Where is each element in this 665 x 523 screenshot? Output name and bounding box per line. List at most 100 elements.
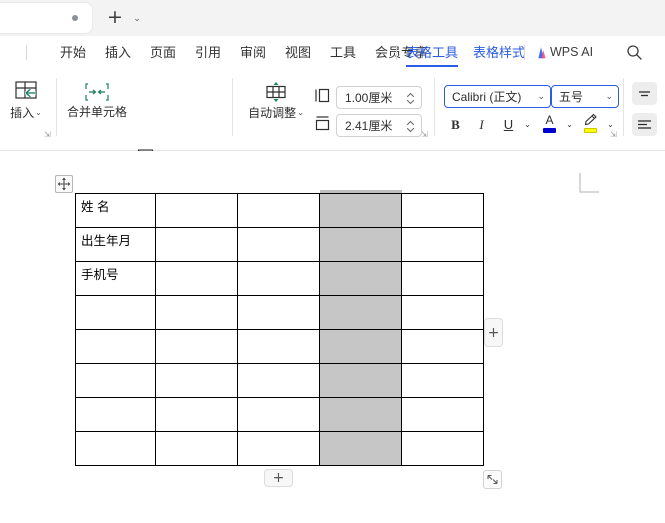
align-center-icon <box>639 91 650 97</box>
table-cell[interactable] <box>237 227 320 262</box>
table-row[interactable] <box>75 397 484 432</box>
wps-ai-button[interactable]: WPS AI <box>550 43 593 62</box>
tab-table-styles[interactable]: 表格样式 <box>473 43 525 62</box>
table-cell[interactable] <box>237 397 320 432</box>
tab-reference[interactable]: 引用 <box>195 43 221 62</box>
table-cell[interactable] <box>401 329 484 364</box>
plus-icon: + <box>487 324 500 341</box>
tab-tools[interactable]: 工具 <box>330 43 356 62</box>
bold-button[interactable]: B <box>446 114 465 136</box>
tab-review[interactable]: 审阅 <box>240 43 266 62</box>
table-row[interactable] <box>75 431 484 466</box>
chevron-down-icon[interactable]: ⌄ <box>605 86 613 109</box>
table-cell-selected[interactable] <box>319 295 402 330</box>
merge-cells-button[interactable]: 合并单元格 <box>64 81 130 120</box>
table-cell[interactable] <box>401 431 484 466</box>
table-row[interactable]: 手机号 <box>75 261 484 296</box>
font-dialog-launcher[interactable]: ⇲ <box>610 130 619 139</box>
tab-start[interactable]: 开始 <box>60 43 86 62</box>
table-cell-selected[interactable] <box>319 193 402 228</box>
add-row-button[interactable]: + <box>264 469 293 487</box>
table-cell-selected[interactable] <box>319 261 402 296</box>
table-cell[interactable]: 姓 名 <box>75 193 156 228</box>
column-width-stepper[interactable]: 2.41厘米 <box>336 114 422 137</box>
table-row[interactable] <box>75 363 484 398</box>
table-cell[interactable]: 手机号 <box>75 261 156 296</box>
table-cell[interactable] <box>155 397 238 432</box>
table-cell[interactable] <box>237 329 320 364</box>
table-move-handle[interactable] <box>55 175 73 193</box>
chevron-down-icon[interactable]: ⌄ <box>537 86 545 109</box>
table-cell-selected[interactable] <box>319 397 402 432</box>
table-row[interactable] <box>75 329 484 364</box>
add-column-button[interactable]: + <box>484 318 503 347</box>
table-cell[interactable] <box>155 329 238 364</box>
table-row[interactable] <box>75 295 484 330</box>
tab-page[interactable]: 页面 <box>150 43 176 62</box>
table-cell[interactable] <box>401 227 484 262</box>
tab-insert[interactable]: 插入 <box>105 43 131 62</box>
ribbon-tab-strip: 开始 插入 页面 引用 审阅 视图 工具 会员专享 表格工具 表格样式 WPS … <box>0 36 665 68</box>
table-cell[interactable] <box>401 295 484 330</box>
insert-dialog-launcher[interactable]: ⇲ <box>44 130 53 139</box>
insert-button[interactable]: 插入⌄ <box>2 78 50 121</box>
highlight-color-button[interactable] <box>581 112 600 136</box>
table-cell-selected[interactable] <box>319 363 402 398</box>
table-row[interactable]: 出生年月 <box>75 227 484 262</box>
table-cell[interactable] <box>155 363 238 398</box>
font-family-select[interactable]: Calibri (正文) ⌄ <box>444 85 551 108</box>
chevron-down-icon[interactable]: ⌄ <box>130 11 144 25</box>
align-left-icon <box>638 120 651 129</box>
tab-table-tools[interactable]: 表格工具 <box>406 43 459 67</box>
search-icon[interactable] <box>626 44 643 61</box>
font-color-button[interactable]: A <box>540 112 559 136</box>
table-cell[interactable] <box>75 329 156 364</box>
insert-label: 插入 <box>10 106 35 120</box>
chevron-down-icon[interactable]: ⌄ <box>35 108 42 117</box>
table-cell[interactable] <box>155 295 238 330</box>
table-cell[interactable] <box>75 363 156 398</box>
cell-size-dialog-launcher[interactable]: ⇲ <box>421 130 430 139</box>
table-cell[interactable] <box>155 193 238 228</box>
chevron-down-icon[interactable]: ⌄ <box>297 108 304 117</box>
italic-button[interactable]: I <box>472 114 491 136</box>
table-cell-selected[interactable] <box>319 431 402 466</box>
table-cell-selected[interactable] <box>319 329 402 364</box>
table-cell[interactable] <box>155 261 238 296</box>
document-table[interactable]: 姓 名 出生年月 手机号 <box>75 193 484 466</box>
stepper-arrows-icon[interactable] <box>406 90 415 107</box>
table-cell[interactable] <box>75 295 156 330</box>
tabstrip-divider-mid <box>396 45 397 60</box>
wps-ai-logo-icon <box>538 47 546 59</box>
align-center-button[interactable] <box>632 82 657 105</box>
chevron-down-icon[interactable]: ⌄ <box>560 114 579 136</box>
table-cell[interactable] <box>237 431 320 466</box>
stepper-arrows-icon[interactable] <box>406 118 415 135</box>
table-cell[interactable] <box>401 363 484 398</box>
table-cell-selected[interactable] <box>319 227 402 262</box>
table-cell[interactable] <box>237 295 320 330</box>
new-tab-button[interactable]: + <box>104 7 126 29</box>
column-width-icon <box>315 116 330 131</box>
table-cell[interactable] <box>401 261 484 296</box>
table-cell[interactable] <box>155 227 238 262</box>
table-cell[interactable] <box>75 397 156 432</box>
table-cell[interactable] <box>401 193 484 228</box>
table-resize-handle[interactable] <box>483 470 502 489</box>
align-left-button[interactable] <box>632 113 657 136</box>
auto-fit-button[interactable]: 自动调整⌄ <box>242 81 310 121</box>
table-row[interactable]: 姓 名 <box>75 193 484 228</box>
row-height-stepper[interactable]: 1.00厘米 <box>336 86 422 109</box>
underline-button[interactable]: U <box>499 114 518 136</box>
document-tab[interactable] <box>0 3 92 33</box>
table-cell[interactable] <box>237 193 320 228</box>
table-cell[interactable] <box>75 431 156 466</box>
chevron-down-icon[interactable]: ⌄ <box>518 114 537 136</box>
tab-view[interactable]: 视图 <box>285 43 311 62</box>
table-cell[interactable]: 出生年月 <box>75 227 156 262</box>
table-cell[interactable] <box>237 261 320 296</box>
table-cell[interactable] <box>401 397 484 432</box>
font-size-select[interactable]: 五号 ⌄ <box>551 85 619 108</box>
table-cell[interactable] <box>237 363 320 398</box>
table-cell[interactable] <box>155 431 238 466</box>
